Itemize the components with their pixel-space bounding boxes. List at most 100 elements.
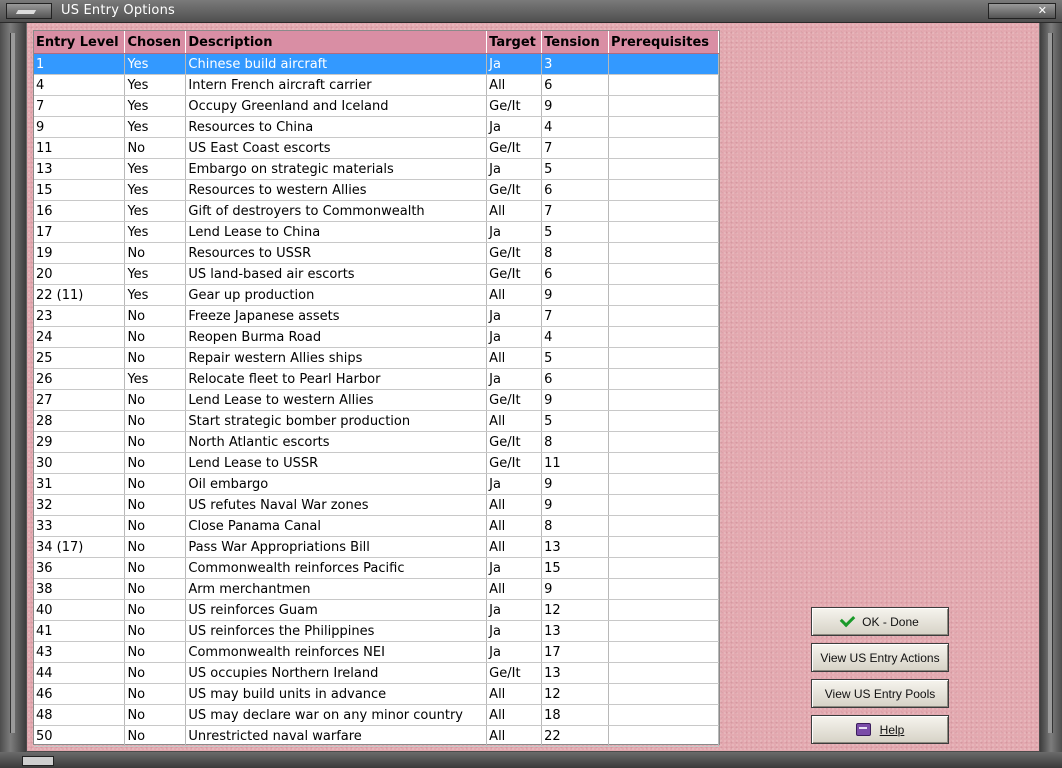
cell-description: US occupies Northern Ireland	[185, 662, 488, 684]
table-row[interactable]: 11 No US East Coast escorts Ge/It 7	[34, 137, 719, 159]
cell-entry-level: 33	[34, 515, 126, 537]
cell-chosen: Yes	[124, 53, 187, 75]
table-row[interactable]: 30 No Lend Lease to USSR Ge/It 11	[34, 452, 719, 474]
cell-prerequisites	[608, 620, 719, 642]
table-row[interactable]: 50 No Unrestricted naval warfare All 22	[34, 725, 719, 747]
table-row[interactable]: 44 No US occupies Northern Ireland Ge/It 13	[34, 662, 719, 684]
table-row[interactable]: 13 Yes Embargo on strategic materials Ja 5	[34, 158, 719, 180]
table-row[interactable]: 7 Yes Occupy Greenland and Iceland Ge/It 9	[34, 95, 719, 117]
cell-chosen: Yes	[124, 221, 187, 243]
cell-description: Unrestricted naval warfare	[185, 725, 488, 747]
cell-entry-level: 40	[34, 599, 126, 621]
table-row[interactable]: 28 No Start strategic bomber production All…	[34, 410, 719, 432]
cell-chosen: No	[124, 473, 187, 495]
help-button[interactable]: Help	[811, 715, 949, 744]
table-row[interactable]: 26 Yes Relocate fleet to Pearl Harbor Ja 6	[34, 368, 719, 390]
table-row[interactable]: 31 No Oil embargo Ja 9	[34, 473, 719, 495]
cell-description: Embargo on strategic materials	[185, 158, 488, 180]
cell-entry-level: 34 (17)	[34, 536, 126, 558]
cell-prerequisites	[608, 683, 719, 705]
close-button[interactable]: ✕	[988, 3, 1056, 19]
table-row[interactable]: 20 Yes US land-based air escorts Ge/It 6	[34, 263, 719, 285]
cell-tension: 8	[541, 431, 610, 453]
cell-description: Occupy Greenland and Iceland	[185, 95, 488, 117]
cell-chosen: Yes	[124, 263, 187, 285]
table-row[interactable]: 48 No US may declare war on any minor coun…	[34, 704, 719, 726]
cell-target: Ge/It	[486, 452, 543, 474]
cell-entry-level: 48	[34, 704, 126, 726]
column-header-description[interactable]: Description	[185, 31, 488, 54]
cell-prerequisites	[608, 95, 719, 117]
table-row[interactable]: 36 No Commonwealth reinforces Pacific Ja 15	[34, 557, 719, 579]
cell-prerequisites	[608, 704, 719, 726]
table-row[interactable]: 27 No Lend Lease to western Allies Ge/It 9	[34, 389, 719, 411]
minimize-button[interactable]	[6, 3, 52, 19]
cell-description: Repair western Allies ships	[185, 347, 488, 369]
table-row[interactable]: 22 (11) Yes Gear up production All 9	[34, 284, 719, 306]
view-us-entry-actions-button[interactable]: View US Entry Actions	[811, 643, 949, 672]
cell-tension: 13	[541, 536, 610, 558]
table-row[interactable]: 33 No Close Panama Canal All 8	[34, 515, 719, 537]
cell-description: Commonwealth reinforces Pacific	[185, 557, 488, 579]
ok-done-label: OK - Done	[862, 614, 919, 629]
table-row[interactable]: 4 Yes Intern French aircraft carrier All 6	[34, 74, 719, 96]
cell-prerequisites	[608, 137, 719, 159]
column-header-chosen[interactable]: Chosen	[124, 31, 187, 54]
cell-entry-level: 23	[34, 305, 126, 327]
cell-target: All	[486, 74, 543, 96]
table-row[interactable]: 43 No Commonwealth reinforces NEI Ja 17	[34, 641, 719, 663]
cell-target: All	[486, 515, 543, 537]
cell-tension: 5	[541, 221, 610, 243]
close-icon: ✕	[1037, 4, 1047, 17]
entry-options-table-container[interactable]: Entry Level Chosen Description Target Tensio…	[33, 30, 720, 747]
table-row[interactable]: 46 No US may build units in advance All 12	[34, 683, 719, 705]
cell-description: US may build units in advance	[185, 683, 488, 705]
cell-entry-level: 11	[34, 137, 126, 159]
table-row[interactable]: 25 No Repair western Allies ships All 5	[34, 347, 719, 369]
cell-description: Chinese build aircraft	[185, 53, 488, 75]
cell-description: Relocate fleet to Pearl Harbor	[185, 368, 488, 390]
table-row[interactable]: 17 Yes Lend Lease to China Ja 5	[34, 221, 719, 243]
cell-entry-level: 25	[34, 347, 126, 369]
column-header-prerequisites[interactable]: Prerequisites	[608, 31, 719, 54]
cell-tension: 13	[541, 662, 610, 684]
cell-entry-level: 9	[34, 116, 126, 138]
table-row[interactable]: 32 No US refutes Naval War zones All 9	[34, 494, 719, 516]
view-us-entry-pools-button[interactable]: View US Entry Pools	[811, 679, 949, 708]
cell-target: Ge/It	[486, 137, 543, 159]
title-bar[interactable]: US Entry Options ✕	[0, 0, 1062, 23]
cell-entry-level: 4	[34, 74, 126, 96]
cell-chosen: No	[124, 599, 187, 621]
column-header-entry-level[interactable]: Entry Level	[34, 31, 126, 54]
cell-description: Gift of destroyers to Commonwealth	[185, 200, 488, 222]
table-row[interactable]: 24 No Reopen Burma Road Ja 4	[34, 326, 719, 348]
table-row[interactable]: 29 No North Atlantic escorts Ge/It 8	[34, 431, 719, 453]
table-row[interactable]: 1 Yes Chinese build aircraft Ja 3	[34, 53, 719, 75]
cell-description: Close Panama Canal	[185, 515, 488, 537]
right-frame	[1040, 23, 1062, 768]
cell-tension: 8	[541, 242, 610, 264]
table-row[interactable]: 23 No Freeze Japanese assets Ja 7	[34, 305, 719, 327]
cell-chosen: No	[124, 494, 187, 516]
column-header-target[interactable]: Target	[486, 31, 543, 54]
table-row[interactable]: 15 Yes Resources to western Allies Ge/It 6	[34, 179, 719, 201]
table-row[interactable]: 19 No Resources to USSR Ge/It 8	[34, 242, 719, 264]
table-row[interactable]: 38 No Arm merchantmen All 9	[34, 578, 719, 600]
column-header-tension[interactable]: Tension	[541, 31, 610, 54]
cell-entry-level: 30	[34, 452, 126, 474]
cell-chosen: No	[124, 704, 187, 726]
table-row[interactable]: 40 No US reinforces Guam Ja 12	[34, 599, 719, 621]
cell-description: North Atlantic escorts	[185, 431, 488, 453]
resize-grip[interactable]	[22, 756, 54, 766]
cell-description: US reinforces Guam	[185, 599, 488, 621]
cell-prerequisites	[608, 452, 719, 474]
cell-prerequisites	[608, 221, 719, 243]
table-row[interactable]: 34 (17) No Pass War Appropriations Bill All…	[34, 536, 719, 558]
cell-entry-level: 32	[34, 494, 126, 516]
cell-prerequisites	[608, 242, 719, 264]
table-row[interactable]: 41 No US reinforces the Philippines Ja 13	[34, 620, 719, 642]
table-row[interactable]: 9 Yes Resources to China Ja 4	[34, 116, 719, 138]
cell-tension: 4	[541, 116, 610, 138]
ok-done-button[interactable]: OK - Done	[811, 607, 949, 636]
table-row[interactable]: 16 Yes Gift of destroyers to Commonwealth A…	[34, 200, 719, 222]
